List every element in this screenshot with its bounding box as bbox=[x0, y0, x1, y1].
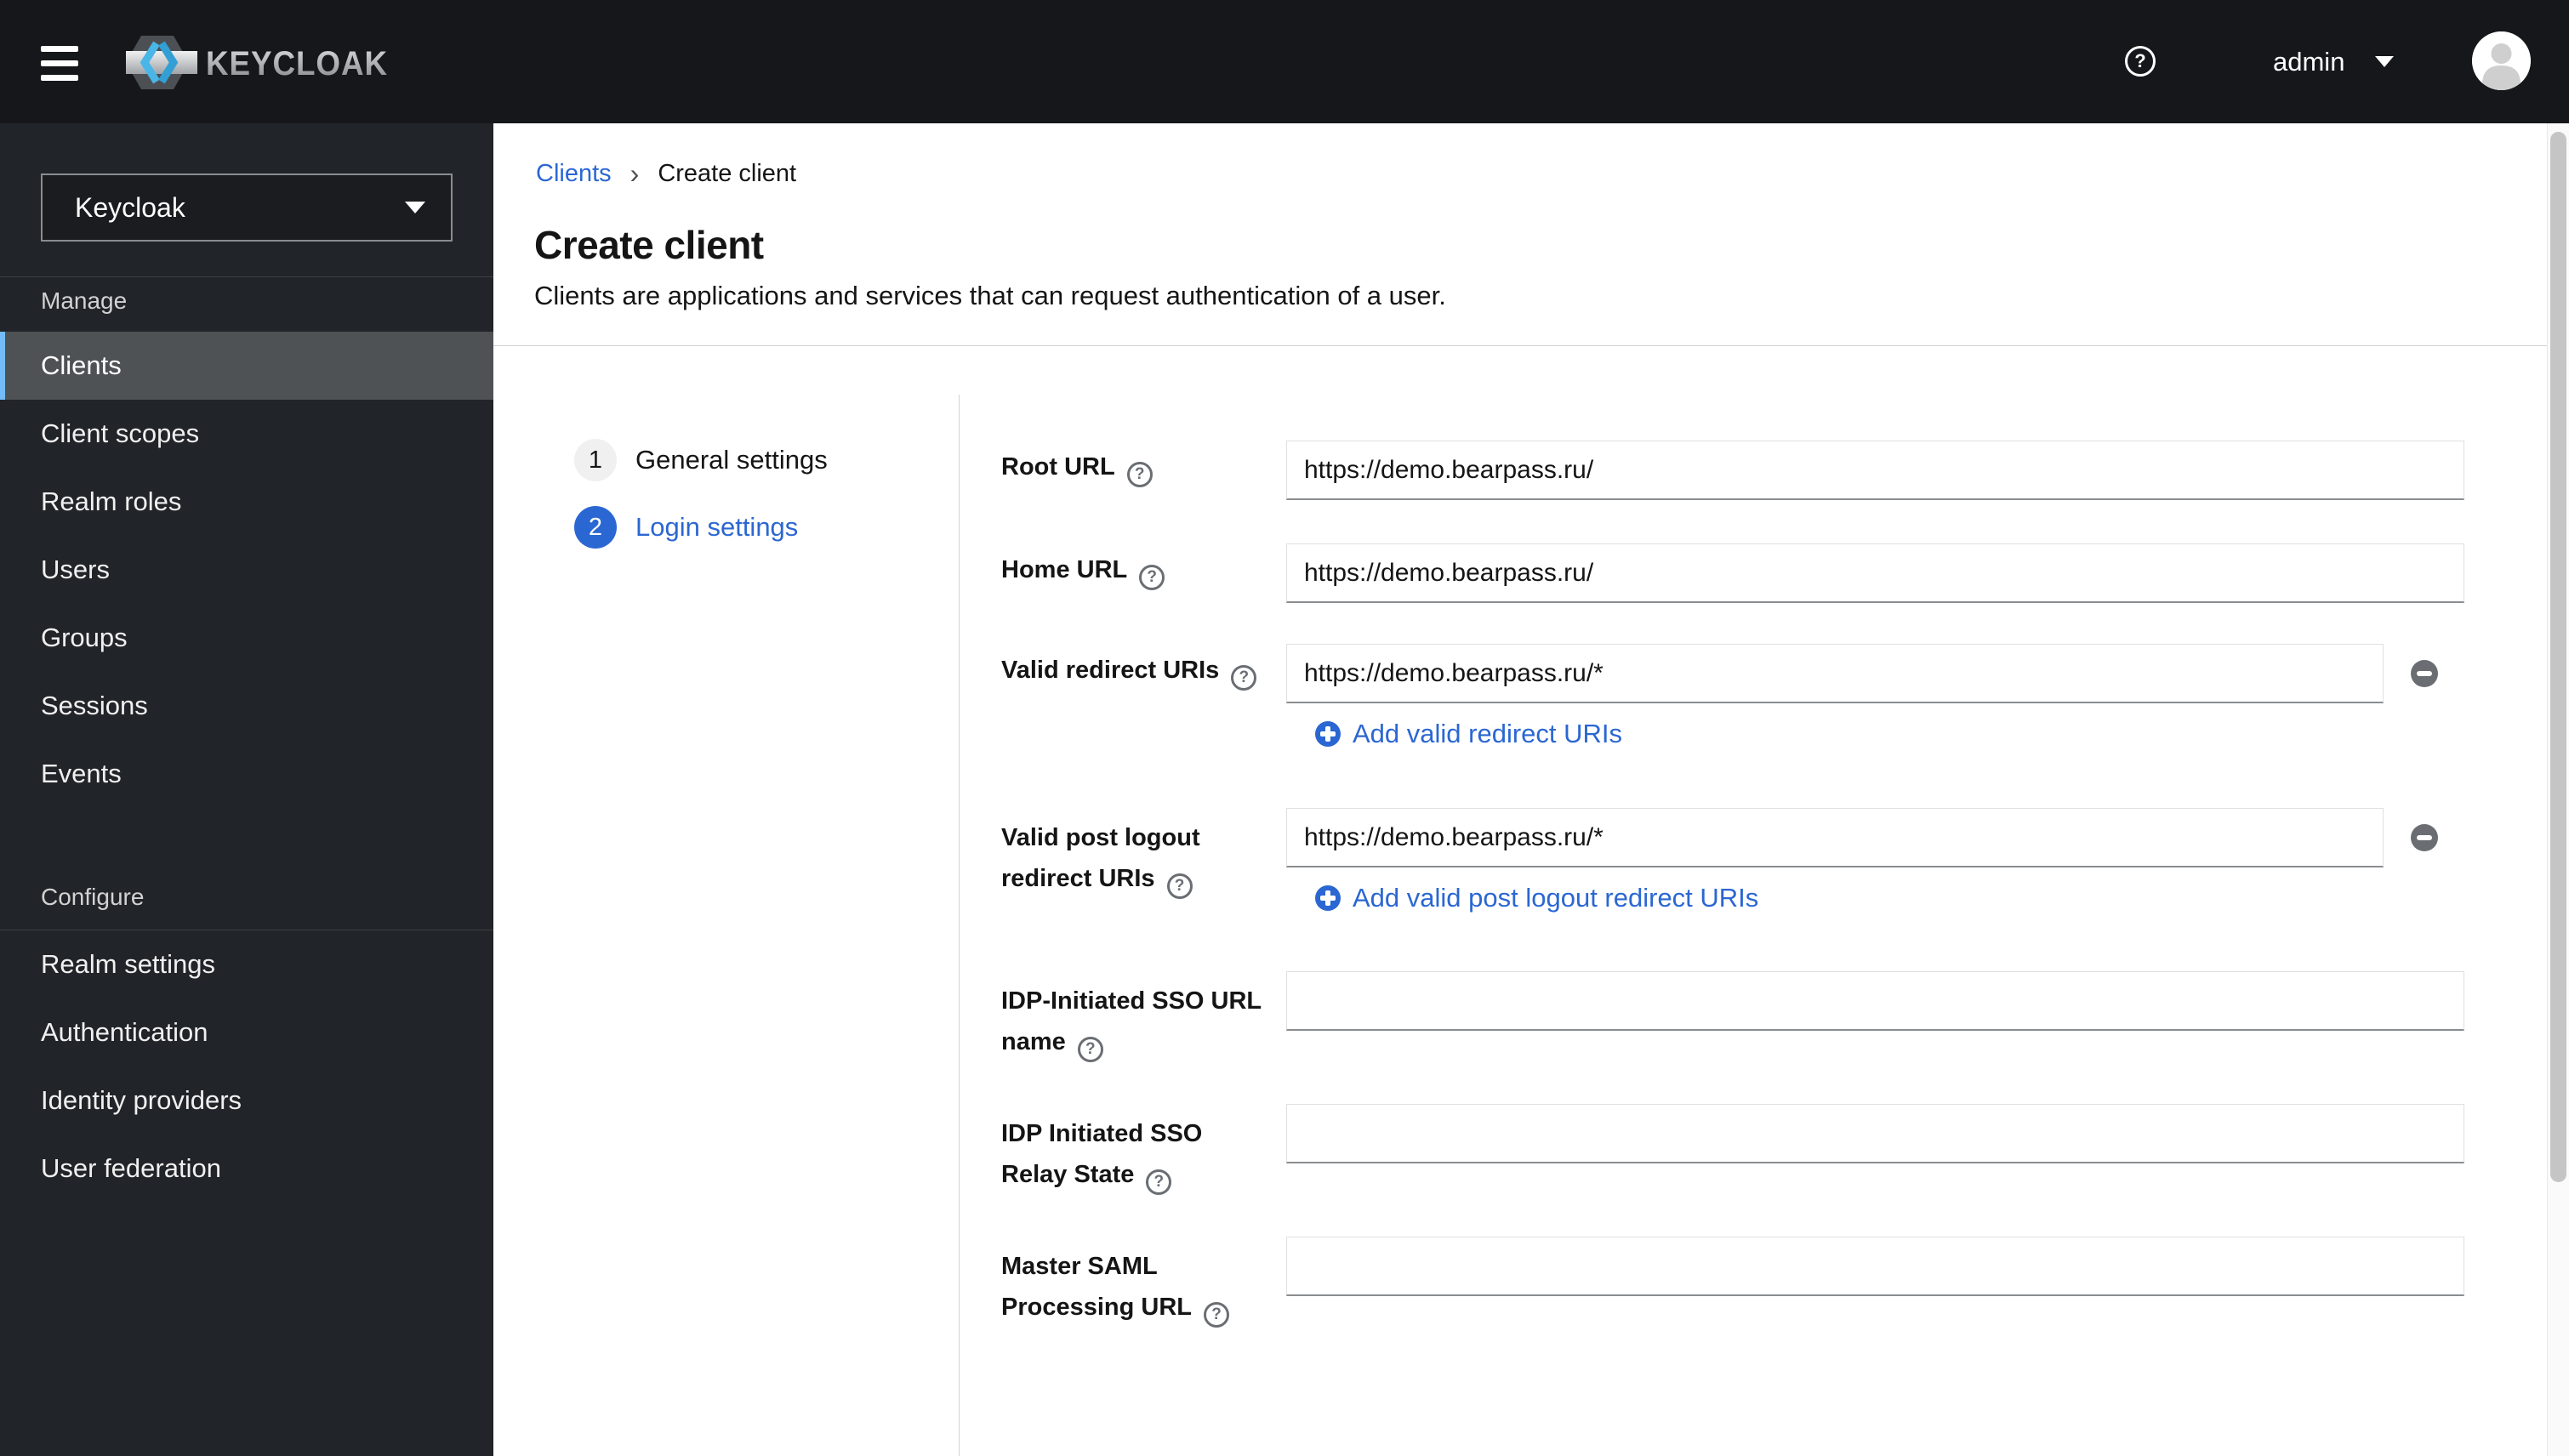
main-content: Clients › Create client Create client Cl… bbox=[493, 123, 2569, 1456]
sidebar-configure-group: Realm settings Authentication Identity p… bbox=[0, 930, 493, 1203]
username-label: admin bbox=[2273, 46, 2345, 77]
page-title: Create client bbox=[534, 223, 764, 267]
valid-post-logout-redirect-uris-input[interactable] bbox=[1286, 808, 2384, 867]
section-divider bbox=[493, 345, 2547, 346]
hamburger-bar bbox=[41, 46, 78, 52]
hamburger-menu-icon[interactable] bbox=[41, 46, 78, 81]
sidebar-item-groups[interactable]: Groups bbox=[0, 604, 493, 672]
idp-initiated-sso-url-name-input[interactable] bbox=[1286, 971, 2464, 1031]
chevron-down-icon bbox=[2375, 56, 2395, 67]
valid-redirect-uris-input[interactable] bbox=[1286, 644, 2384, 703]
help-icon[interactable]: ? bbox=[1139, 565, 1165, 590]
master-saml-processing-url-label: Master SAML Processing URL? bbox=[1001, 1237, 1282, 1328]
valid-post-logout-redirect-uris-label: Valid post logout redirect URIs? bbox=[1001, 808, 1282, 899]
wizard-step-general-settings[interactable]: 1 General settings bbox=[574, 439, 828, 481]
master-saml-processing-url-input[interactable] bbox=[1286, 1237, 2464, 1296]
add-valid-redirect-uris-link[interactable]: Add valid redirect URIs bbox=[1315, 719, 1622, 748]
root-url-input[interactable] bbox=[1286, 441, 2464, 500]
sidebar-section-manage: Manage bbox=[41, 287, 128, 314]
help-icon[interactable]: ? bbox=[1166, 873, 1193, 899]
breadcrumb-separator-icon: › bbox=[629, 157, 640, 189]
help-icon[interactable]: ? bbox=[1204, 1302, 1229, 1328]
home-url-label: Home URL? bbox=[1001, 543, 1282, 603]
breadcrumb-clients-link[interactable]: Clients bbox=[536, 160, 612, 188]
realm-selector-value: Keycloak bbox=[75, 191, 185, 223]
sidebar-item-authentication[interactable]: Authentication bbox=[0, 998, 493, 1066]
step-number-badge: 2 bbox=[574, 506, 617, 549]
sidebar-item-client-scopes[interactable]: Client scopes bbox=[0, 400, 493, 468]
sidebar-manage-group: Clients Client scopes Realm roles Users … bbox=[0, 332, 493, 808]
sidebar-item-user-federation[interactable]: User federation bbox=[0, 1135, 493, 1203]
sidebar-section-configure: Configure bbox=[41, 884, 145, 910]
hamburger-bar bbox=[41, 75, 78, 81]
scrollbar-track bbox=[2547, 123, 2569, 1456]
user-menu-dropdown[interactable]: admin bbox=[2273, 0, 2395, 123]
idp-initiated-sso-relay-state-input[interactable] bbox=[1286, 1104, 2464, 1163]
wizard-step-login-settings[interactable]: 2 Login settings bbox=[574, 506, 798, 549]
avatar-person-icon bbox=[2472, 31, 2531, 90]
sidebar-divider bbox=[0, 276, 493, 277]
sidebar-item-identity-providers[interactable]: Identity providers bbox=[0, 1066, 493, 1135]
sidebar-item-realm-roles[interactable]: Realm roles bbox=[0, 468, 493, 536]
remove-post-logout-uri-button[interactable] bbox=[2411, 824, 2438, 851]
home-url-input[interactable] bbox=[1286, 543, 2464, 603]
idp-initiated-sso-relay-state-label: IDP Initiated SSO Relay State? bbox=[1001, 1104, 1282, 1195]
sidebar-item-sessions[interactable]: Sessions bbox=[0, 672, 493, 740]
sidebar-item-events[interactable]: Events bbox=[0, 740, 493, 808]
masthead: KEYCLOAK ? admin bbox=[0, 0, 2569, 123]
plus-circle-icon bbox=[1315, 885, 1341, 911]
breadcrumb: Clients › Create client bbox=[536, 156, 796, 191]
sidebar-nav: Keycloak Manage Clients Client scopes Re… bbox=[0, 123, 493, 1456]
help-icon[interactable]: ? bbox=[1126, 462, 1153, 487]
realm-selector[interactable]: Keycloak bbox=[41, 173, 453, 242]
remove-redirect-uri-button[interactable] bbox=[2411, 660, 2438, 687]
add-valid-post-logout-redirect-uris-link[interactable]: Add valid post logout redirect URIs bbox=[1315, 883, 1758, 913]
step-label: Login settings bbox=[635, 512, 799, 542]
chevron-down-icon bbox=[405, 202, 425, 213]
scrollbar-thumb[interactable] bbox=[2550, 132, 2566, 1182]
step-number-badge: 1 bbox=[574, 439, 617, 481]
root-url-label: Root URL? bbox=[1001, 441, 1282, 500]
page-subtitle: Clients are applications and services th… bbox=[534, 281, 1446, 310]
idp-initiated-sso-url-name-label: IDP-Initiated SSO URL name? bbox=[1001, 971, 1282, 1062]
help-icon[interactable]: ? bbox=[1231, 665, 1257, 691]
logo-wordmark: KEYCLOAK bbox=[206, 45, 388, 82]
breadcrumb-current: Create client bbox=[658, 159, 797, 187]
sidebar-item-users[interactable]: Users bbox=[0, 536, 493, 604]
hamburger-bar bbox=[41, 60, 78, 66]
avatar[interactable] bbox=[2472, 31, 2531, 90]
help-icon[interactable]: ? bbox=[1077, 1037, 1103, 1062]
sidebar-item-realm-settings[interactable]: Realm settings bbox=[0, 930, 493, 998]
keycloak-logo[interactable]: KEYCLOAK bbox=[126, 31, 391, 94]
logo-band bbox=[126, 51, 197, 74]
valid-redirect-uris-label: Valid redirect URIs? bbox=[1001, 644, 1282, 703]
plus-circle-icon bbox=[1315, 721, 1341, 747]
wizard-form-divider bbox=[959, 395, 960, 1456]
sidebar-item-clients[interactable]: Clients bbox=[0, 332, 493, 400]
step-label: General settings bbox=[635, 445, 828, 475]
help-icon[interactable]: ? bbox=[2125, 46, 2156, 77]
help-icon[interactable]: ? bbox=[1146, 1169, 1172, 1195]
